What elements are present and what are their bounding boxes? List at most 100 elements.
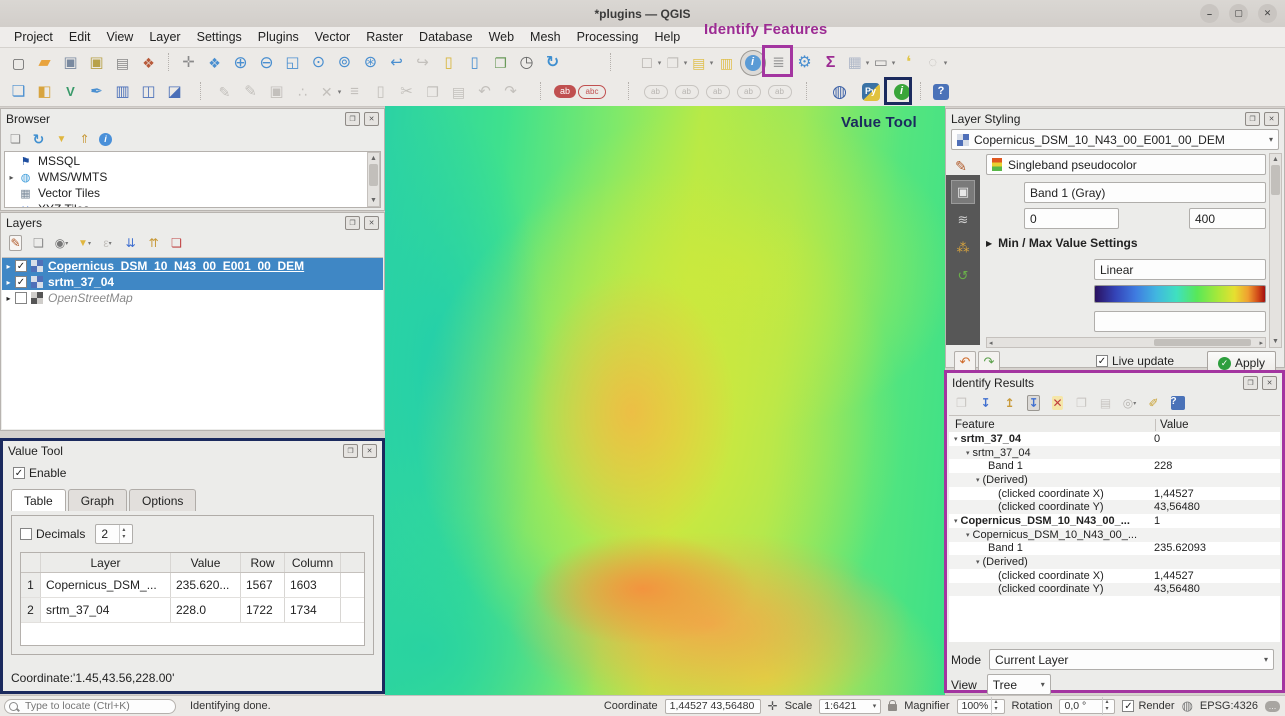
menu-edit[interactable]: Edit xyxy=(61,28,99,46)
new-map-view-icon[interactable]: ❐ xyxy=(488,50,514,76)
remove-layer-icon[interactable]: ❏ xyxy=(168,235,185,252)
browser-item-vector-tiles[interactable]: ▦ Vector Tiles xyxy=(5,185,380,201)
raster-symbology-icon[interactable]: ▣ xyxy=(952,181,974,203)
layer-item-openstreetmap[interactable]: ▸ OpenStreetMap xyxy=(2,290,383,306)
messages-icon[interactable]: … xyxy=(1265,701,1280,712)
zoom-in-icon[interactable]: ⊕ xyxy=(228,50,254,76)
refresh-map-icon[interactable]: ↻ xyxy=(540,50,566,76)
identify-result-row[interactable]: (clicked coordinate Y) 43,56480 xyxy=(949,500,1280,514)
menu-view[interactable]: View xyxy=(98,28,141,46)
min-input[interactable]: 0 xyxy=(1024,208,1119,229)
show-unplaced-labels-icon[interactable]: ab xyxy=(552,79,578,105)
mode-select[interactable]: Current Layer▾ xyxy=(989,649,1274,670)
new-project-icon[interactable]: ▢ xyxy=(6,50,32,76)
add-record-icon[interactable]: ∴ xyxy=(290,79,316,105)
expand-new-results-icon[interactable]: ↧ xyxy=(1025,395,1042,412)
spin-arrows-icon[interactable]: ▴▾ xyxy=(119,525,127,542)
locator-search[interactable] xyxy=(4,699,176,714)
save-edits-icon[interactable]: ▣ xyxy=(264,79,290,105)
raster-history-icon[interactable]: ↺ xyxy=(952,265,974,287)
menu-raster[interactable]: Raster xyxy=(358,28,411,46)
close-button[interactable]: ✕ xyxy=(1258,4,1277,23)
value-table-row[interactable]: 1 Copernicus_DSM_... 235.620... 1567 160… xyxy=(21,573,364,598)
float-panel-icon[interactable]: ❐ xyxy=(1243,376,1258,390)
browser-scrollbar[interactable]: ▲ ▼ xyxy=(367,152,380,207)
pin-unpin-labels-icon[interactable]: ab xyxy=(702,79,733,105)
symbology-brush-icon[interactable]: ✎ xyxy=(950,155,972,177)
save-project-icon[interactable]: ▣ xyxy=(58,50,84,76)
redo-icon[interactable]: ↷ xyxy=(498,79,524,105)
identify-result-row[interactable]: ▾(Derived) xyxy=(949,473,1280,487)
add-postgis-layer-icon[interactable]: ▥ xyxy=(110,79,136,105)
zoom-native-icon[interactable]: ⊛ xyxy=(358,50,384,76)
rotation-spinbox[interactable]: 0,0 °▴▾ xyxy=(1059,699,1115,714)
menu-database[interactable]: Database xyxy=(411,28,481,46)
browser-item-mssql[interactable]: ⚑ MSSQL xyxy=(5,153,380,169)
live-update-checkbox[interactable]: Live update xyxy=(1096,354,1174,368)
print-response-icon[interactable]: ▤ xyxy=(1097,395,1114,412)
crs-status[interactable]: EPSG:4326 xyxy=(1200,700,1258,712)
close-panel-icon[interactable]: ✕ xyxy=(364,112,379,126)
identify-result-row[interactable]: ▾(Derived) xyxy=(949,555,1280,569)
styling-layer-select[interactable]: Copernicus_DSM_10_N43_00_E001_00_DEM▾ xyxy=(951,129,1279,150)
layer-labeling-options-icon[interactable]: ab xyxy=(640,79,671,105)
value-table-row[interactable]: 2 srtm_37_04 228.0 1722 1734 xyxy=(21,598,364,623)
menu-mesh[interactable]: Mesh xyxy=(522,28,569,46)
label-unit-suffix-input[interactable] xyxy=(1094,311,1266,332)
layer-item-copernicus[interactable]: ▸ Copernicus_DSM_10_N43_00_E001_00_DEM xyxy=(2,258,383,274)
new-print-layout-icon[interactable]: ▤ xyxy=(110,50,136,76)
modify-attributes-icon[interactable]: ≡ xyxy=(342,79,368,105)
nominatim-search-icon[interactable]: ◌▾ xyxy=(922,50,948,76)
identify-settings-icon[interactable]: ✐ xyxy=(1145,395,1162,412)
edit-annotation-icon[interactable]: ▥ xyxy=(714,50,740,76)
raster-transparency-icon[interactable]: ≋ xyxy=(952,209,974,231)
select-features-icon[interactable]: ◻▾ xyxy=(636,50,662,76)
open-form-icon[interactable]: ❐ xyxy=(953,395,970,412)
browser-item-wms[interactable]: ▸ ◍ WMS/WMTS xyxy=(5,169,380,185)
identify-result-row[interactable]: (clicked coordinate X) 1,44527 xyxy=(949,569,1280,583)
styling-vertical-scrollbar[interactable]: ▲ ▼ xyxy=(1269,153,1282,348)
show-hide-labels-icon[interactable]: ab xyxy=(733,79,764,105)
paste-features-icon[interactable]: ▤ xyxy=(446,79,472,105)
menu-settings[interactable]: Settings xyxy=(189,28,250,46)
collapse-all-layers-icon[interactable]: ⇈ xyxy=(145,235,162,252)
scroll-up-icon[interactable]: ▲ xyxy=(368,153,379,164)
menu-plugins[interactable]: Plugins xyxy=(250,28,307,46)
raster-pyramids-icon[interactable]: ⁂ xyxy=(952,237,974,259)
identify-help-icon[interactable]: ? xyxy=(1169,395,1186,412)
close-panel-icon[interactable]: ✕ xyxy=(1262,376,1277,390)
close-panel-icon[interactable]: ✕ xyxy=(362,444,377,458)
expand-tree-icon[interactable]: ↧ xyxy=(977,395,994,412)
clear-results-icon[interactable]: ✕ xyxy=(1049,395,1066,412)
tab-table[interactable]: Table xyxy=(11,489,66,511)
menu-processing[interactable]: Processing xyxy=(569,28,647,46)
identify-result-row[interactable]: Band 1 228 xyxy=(949,459,1280,473)
add-delimited-text-icon[interactable]: ✒ xyxy=(84,79,110,105)
refresh-browser-icon[interactable]: ↻ xyxy=(30,131,47,148)
metasearch-icon[interactable]: ◍ xyxy=(824,79,855,105)
filter-browser-icon[interactable]: ▼ xyxy=(53,131,70,148)
coordinate-input[interactable]: 1,44527 43,56480 xyxy=(665,699,761,714)
map-tips-icon[interactable]: ❛ xyxy=(896,50,922,76)
undo-icon[interactable]: ↶ xyxy=(472,79,498,105)
float-panel-icon[interactable]: ❐ xyxy=(345,112,360,126)
data-source-manager-icon[interactable]: ❏ xyxy=(6,79,32,105)
filter-legend-icon[interactable]: ▼▾ xyxy=(76,235,93,252)
zoom-out-icon[interactable]: ⊖ xyxy=(254,50,280,76)
layer-item-srtm[interactable]: ▸ srtm_37_04 xyxy=(2,274,383,290)
render-checkbox[interactable]: Render xyxy=(1122,700,1174,712)
scale-select[interactable]: 1:6421▾ xyxy=(819,699,881,714)
processing-toolbox-icon[interactable]: ⚙ xyxy=(792,50,818,76)
zoom-next-icon[interactable]: ↪ xyxy=(410,50,436,76)
scroll-down-icon[interactable]: ▼ xyxy=(368,195,379,206)
enable-checkbox[interactable] xyxy=(13,467,25,479)
menu-vector[interactable]: Vector xyxy=(307,28,358,46)
column-header-row[interactable]: Row xyxy=(241,553,285,572)
open-field-calculator-icon[interactable]: ▦▾ xyxy=(844,50,870,76)
extents-icon[interactable]: ✛ xyxy=(768,699,778,713)
identify-result-row[interactable]: ▾Copernicus_DSM_10_N43_00_... 1 xyxy=(949,514,1280,528)
add-spatialite-layer-icon[interactable]: ◫ xyxy=(136,79,162,105)
identify-result-row[interactable]: Band 1 235.62093 xyxy=(949,542,1280,556)
add-virtual-layer-icon[interactable]: ◪ xyxy=(162,79,188,105)
band-select[interactable]: Band 1 (Gray) xyxy=(1024,182,1266,203)
